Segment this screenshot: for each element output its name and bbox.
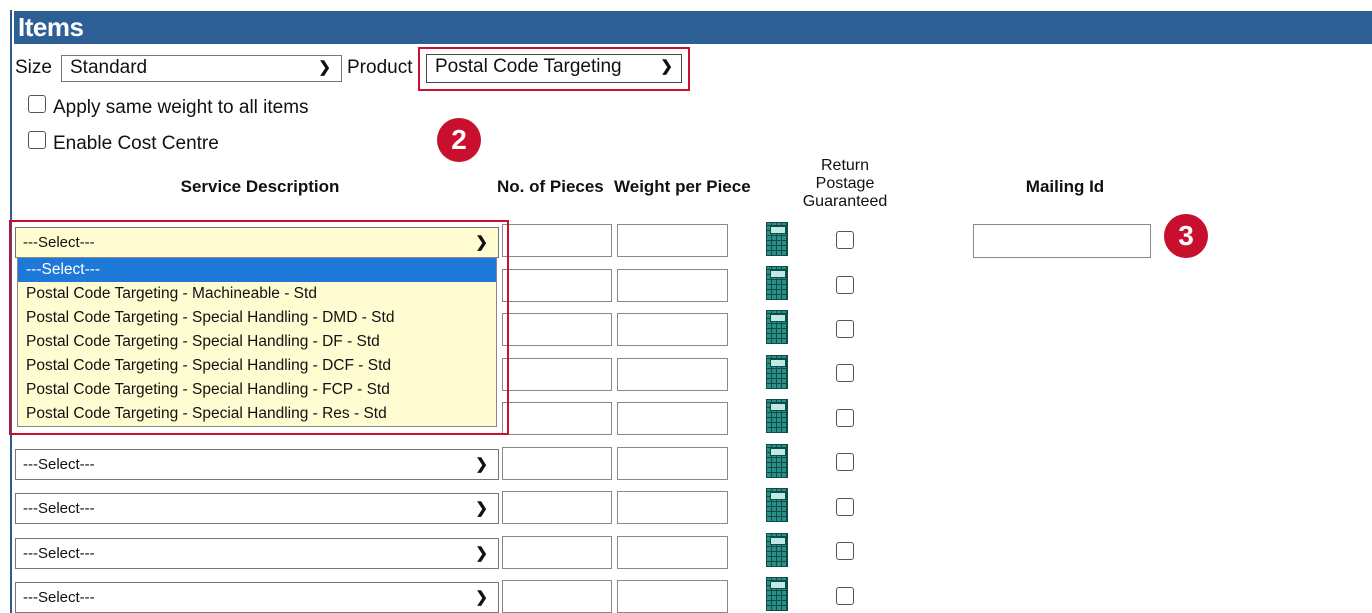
service-select-row-6[interactable]: ---Select--- ❯: [15, 449, 499, 480]
header-service-description: Service Description: [180, 177, 340, 196]
weight-input-row-2[interactable]: [617, 269, 728, 302]
calculator-icon[interactable]: [766, 488, 788, 522]
weight-input-row-4[interactable]: [617, 358, 728, 391]
return-postage-checkbox-row-2[interactable]: [836, 276, 854, 294]
weight-input-row-1[interactable]: [617, 224, 728, 257]
cost-centre-checkbox[interactable]: [28, 131, 46, 149]
weight-input-row-5[interactable]: [617, 402, 728, 435]
calculator-icon[interactable]: [766, 399, 788, 433]
return-postage-checkbox-row-5[interactable]: [836, 409, 854, 427]
product-label: Product: [347, 57, 413, 78]
return-postage-checkbox-row-1[interactable]: [836, 231, 854, 249]
product-highlight-box: [418, 47, 690, 91]
section-title: Items: [14, 11, 1372, 44]
weight-input-row-6[interactable]: [617, 447, 728, 480]
return-postage-checkbox-row-9[interactable]: [836, 587, 854, 605]
header-no-of-pieces: No. of Pieces: [497, 177, 604, 196]
chevron-down-icon: ❯: [475, 456, 488, 473]
pieces-input-row-9[interactable]: [502, 580, 612, 613]
pieces-input-row-4[interactable]: [502, 358, 612, 391]
calculator-icon[interactable]: [766, 444, 788, 478]
chevron-down-icon: ❯: [475, 545, 488, 562]
service-select-value: ---Select---: [23, 589, 95, 606]
service-select-value: ---Select---: [23, 500, 95, 517]
weight-input-row-3[interactable]: [617, 313, 728, 346]
cost-centre-label: Enable Cost Centre: [53, 133, 219, 154]
return-postage-checkbox-row-4[interactable]: [836, 364, 854, 382]
service-select-value: ---Select---: [23, 456, 95, 473]
calculator-icon[interactable]: [766, 266, 788, 300]
header-weight-per-piece: Weight per Piece: [614, 177, 751, 196]
weight-input-row-8[interactable]: [617, 536, 728, 569]
pieces-input-row-5[interactable]: [502, 402, 612, 435]
apply-weight-checkbox[interactable]: [28, 95, 46, 113]
step-badge-2: 2: [437, 118, 481, 162]
weight-input-row-7[interactable]: [617, 491, 728, 524]
size-select[interactable]: Standard ❯: [61, 55, 342, 82]
calculator-icon[interactable]: [766, 310, 788, 344]
mailing-id-input[interactable]: [973, 224, 1151, 258]
pieces-input-row-7[interactable]: [502, 491, 612, 524]
calculator-icon[interactable]: [766, 222, 788, 256]
service-select-row-9[interactable]: ---Select--- ❯: [15, 582, 499, 613]
header-return-line-1: Return: [820, 157, 870, 174]
chevron-down-icon: ❯: [475, 589, 488, 606]
pieces-input-row-8[interactable]: [502, 536, 612, 569]
apply-weight-label: Apply same weight to all items: [53, 97, 309, 118]
calculator-icon[interactable]: [766, 533, 788, 567]
pieces-input-row-2[interactable]: [502, 269, 612, 302]
return-postage-checkbox-row-7[interactable]: [836, 498, 854, 516]
service-select-row-8[interactable]: ---Select--- ❯: [15, 538, 499, 569]
pieces-input-row-1[interactable]: [502, 224, 612, 257]
return-postage-checkbox-row-6[interactable]: [836, 453, 854, 471]
chevron-down-icon: ❯: [475, 500, 488, 517]
return-postage-checkbox-row-8[interactable]: [836, 542, 854, 560]
return-postage-checkbox-row-3[interactable]: [836, 320, 854, 338]
service-select-value: ---Select---: [23, 545, 95, 562]
size-select-value: Standard: [70, 57, 148, 78]
pieces-input-row-6[interactable]: [502, 447, 612, 480]
header-return-line-3: Guaranteed: [802, 193, 888, 210]
header-return-postage-guaranteed: Return Postage Guaranteed: [790, 157, 900, 211]
weight-input-row-9[interactable]: [617, 580, 728, 613]
size-label: Size: [15, 57, 52, 78]
chevron-down-icon: ❯: [318, 59, 331, 76]
calculator-icon[interactable]: [766, 577, 788, 611]
pieces-input-row-3[interactable]: [502, 313, 612, 346]
service-select-row-7[interactable]: ---Select--- ❯: [15, 493, 499, 524]
header-mailing-id: Mailing Id: [1025, 177, 1105, 196]
calculator-icon[interactable]: [766, 355, 788, 389]
header-return-line-2: Postage: [815, 175, 875, 192]
step-badge-3: 3: [1164, 214, 1208, 258]
service-highlight-box: [9, 220, 509, 435]
